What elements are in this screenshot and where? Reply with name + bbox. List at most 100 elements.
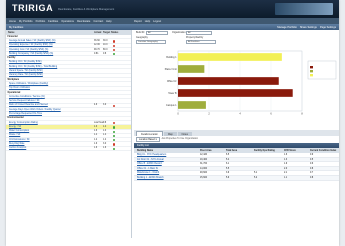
status-indicator-icon <box>113 147 116 151</box>
x-tick-label: 6 <box>270 113 272 116</box>
building-name-link[interactable]: Office 01 - 1 Main St <box>137 168 158 170</box>
bar[interactable] <box>178 65 205 73</box>
menu-item[interactable]: Real Estate <box>77 20 90 23</box>
metric-name: Space Utilization / Workplace (Facility) <box>9 82 49 85</box>
building-name-link[interactable]: Building 1 - EFMC Branch <box>137 177 164 179</box>
grid-cell: 1.6 <box>284 154 288 156</box>
building-name-link[interactable]: Warehouse 1 - Distrib <box>137 172 159 174</box>
metric-name: Environmental <box>7 117 24 120</box>
menu-item[interactable]: Facilities <box>48 20 58 23</box>
grid-cell: 5.9 <box>226 176 230 179</box>
grid-cell: 1.3 <box>284 158 288 161</box>
status-indicator-icon <box>113 139 116 142</box>
category-label: Campus 1 <box>166 105 177 107</box>
grid-column-header[interactable]: Current Condition Index <box>310 150 336 152</box>
menu-item[interactable]: Help <box>106 20 111 23</box>
grid-column-header[interactable]: Total Area <box>226 150 237 152</box>
chart-area: 0 2 4 6 8 Building 1 Plaza / Unit Office Ctr Tow… <box>134 47 339 129</box>
grid-cell: 0.6 <box>310 163 314 166</box>
menu-item[interactable]: Home <box>9 20 16 23</box>
status-indicator-icon <box>113 130 116 133</box>
grid-cell: 6.5 <box>226 154 230 156</box>
status-indicator-icon <box>113 44 116 47</box>
metric-name: Building Occupancy / SF (Facility $/SF) … <box>9 52 54 55</box>
main-menu: Home My Portfolio Portfolio Facilities Opera… <box>6 18 339 24</box>
metric-actual: 1.6 <box>94 147 98 150</box>
building-name-link[interactable]: Bldg 01 - NYC Headquarters <box>137 154 166 156</box>
app-tagline: Real Estate, Facilities & Workplace Mana… <box>58 8 115 11</box>
metric-actual: 12.06 <box>94 44 100 47</box>
metric-actual: 1.4 <box>94 134 98 137</box>
metric-name: Average Annual Sales / SF (Facility $/SF… <box>9 39 56 42</box>
col-name: Name <box>8 31 15 34</box>
grid-column-header[interactable]: Building Name <box>137 150 153 152</box>
grid-cell: 6.1 <box>226 163 230 166</box>
col-status: Status <box>111 31 119 34</box>
legend-swatch <box>310 74 313 77</box>
app-window: TRIRIGA Real Estate, Facilities & Workpl… <box>6 0 339 246</box>
grid-cell: 2.0 <box>284 167 288 170</box>
metric-actual: 36.60 <box>94 39 100 42</box>
grid-toolbar: Location Based ▾ Ask Properties To Use O… <box>134 136 339 142</box>
metric-actual: 1.2 <box>94 138 98 141</box>
metric-target: 3.0 <box>103 143 107 146</box>
status-indicator-icon <box>113 143 116 146</box>
building-name-link[interactable]: Office B - EFMC Record <box>137 163 162 165</box>
grid-cell: 0.9 <box>310 154 314 156</box>
grid-cell: 5.1 <box>254 172 258 175</box>
metric-row[interactable]: Carbon Footprint 1.6 1.6 <box>6 147 131 152</box>
metric-actual: 1.3 <box>94 125 98 128</box>
menu-item[interactable]: Contract <box>93 20 103 23</box>
grid-cell: 0.8 <box>310 167 314 170</box>
metric-name: Top Room Utilization <box>9 87 31 90</box>
metric-target: 0.8 <box>103 121 107 124</box>
filter-property-select[interactable]: All Facilities <box>186 39 216 44</box>
menu-item[interactable]: Operations <box>61 20 74 23</box>
filter-build-select[interactable]: All <box>146 30 168 35</box>
bar[interactable] <box>178 53 282 61</box>
grid-cell: 2.1 <box>284 172 288 175</box>
menu-item[interactable]: Portfolio <box>36 20 46 23</box>
grid-column-header[interactable]: CFR Score <box>284 150 296 152</box>
filter-org-select[interactable]: All <box>186 30 212 35</box>
grouping-select[interactable]: Location Based ▾ <box>136 136 160 142</box>
metric-target: 30.0 <box>103 39 108 42</box>
header-banner <box>275 3 333 15</box>
bar[interactable] <box>178 77 279 85</box>
grid-cell: 15,600 <box>200 176 208 179</box>
metric-actual: 4.6 <box>94 104 98 107</box>
metric-name: Operational <box>7 91 21 94</box>
metric-name: Operating Expense / SF (Facility $/SF) (… <box>9 44 53 47</box>
category-label: Plaza / Unit <box>165 68 177 71</box>
grid-title: Facility List <box>137 144 149 147</box>
metric-name: Energy Consumption Rating <box>9 121 38 124</box>
grid-cell: 12,420 <box>200 154 208 156</box>
category-label: Office Ctr <box>167 80 177 83</box>
header-bar: TRIRIGA Real Estate, Facilities & Workpl… <box>6 0 339 18</box>
status-indicator-icon <box>113 126 116 129</box>
metric-target: 1.4 <box>103 125 107 128</box>
metric-name: Percentage Requested On-Time <box>9 112 42 115</box>
grid-row[interactable]: Building 1 - EFMC Branch 15,600 5.9 5.2 1.1 0… <box>134 175 339 181</box>
bar[interactable] <box>178 89 293 97</box>
grid-cell: 31,700 <box>200 163 208 166</box>
status-indicator-icon <box>113 134 116 138</box>
menu-item[interactable]: My Portfolio <box>19 20 33 23</box>
status-indicator-icon <box>113 121 116 125</box>
status-indicator-icon <box>113 48 116 52</box>
x-tick-label: 2 <box>208 113 210 116</box>
grid-column-header[interactable]: Facility Ops Rating <box>254 150 275 152</box>
filter-geo-select[interactable]: Location Geography <box>136 39 166 44</box>
filter-label-org: Organization <box>172 31 186 34</box>
metric-target: 1.4 <box>103 134 107 137</box>
bar[interactable] <box>178 101 206 109</box>
grid-column-header[interactable]: Floor Area <box>200 150 211 152</box>
building-name-link[interactable]: 1st Floor 01 - NYC Annual <box>137 159 164 161</box>
filter-bar: Build ID All Organization All Geography … <box>134 30 339 47</box>
x-tick-label: 0 <box>177 113 179 116</box>
page-title: My Facilities <box>9 25 24 29</box>
grid-cell: 5.4 <box>226 158 230 161</box>
metric-actual: 1.9 <box>94 143 98 146</box>
grid-cell: 0.8 <box>310 176 314 179</box>
bar-chart: 0 2 4 6 8 Building 1 Plaza / Unit Office Ctr Tow… <box>165 50 337 116</box>
